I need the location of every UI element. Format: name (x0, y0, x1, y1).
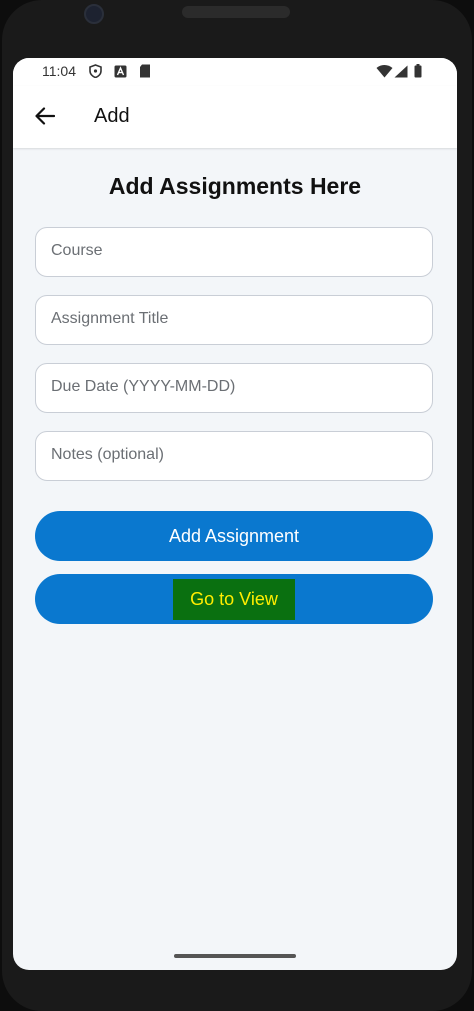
course-input[interactable] (37, 229, 421, 273)
app-screen: 11:04 Add Add Assignments Here Course As… (13, 58, 457, 970)
sd-card-icon (138, 64, 152, 78)
signal-icon (394, 64, 408, 78)
front-camera (84, 4, 104, 24)
font-badge-icon (113, 64, 127, 78)
app-bar: Add (13, 86, 457, 148)
notes-field[interactable] (35, 431, 433, 481)
go-to-view-label: Go to View (173, 578, 295, 620)
notes-input[interactable] (37, 433, 421, 477)
battery-icon (413, 64, 423, 78)
assignment-title-input[interactable] (37, 297, 421, 341)
course-field[interactable] (35, 227, 433, 277)
add-assignment-button[interactable]: Add Assignment (35, 511, 433, 561)
status-bar: 11:04 (13, 58, 457, 86)
app-bar-title: Add (94, 105, 130, 127)
page-title: Add Assignments Here (108, 173, 362, 199)
home-indicator[interactable] (174, 954, 296, 958)
wifi-icon (375, 64, 393, 78)
due-date-field[interactable] (35, 363, 433, 413)
earpiece-speaker (182, 6, 290, 18)
arrow-left-icon[interactable] (31, 102, 59, 130)
go-to-view-button[interactable]: Go to View (35, 574, 433, 624)
due-date-input[interactable] (37, 365, 421, 409)
assignment-title-field[interactable] (35, 295, 433, 345)
status-time: 11:04 (42, 63, 76, 79)
add-assignment-label: Add Assignment (168, 525, 300, 546)
shield-icon (88, 64, 102, 78)
